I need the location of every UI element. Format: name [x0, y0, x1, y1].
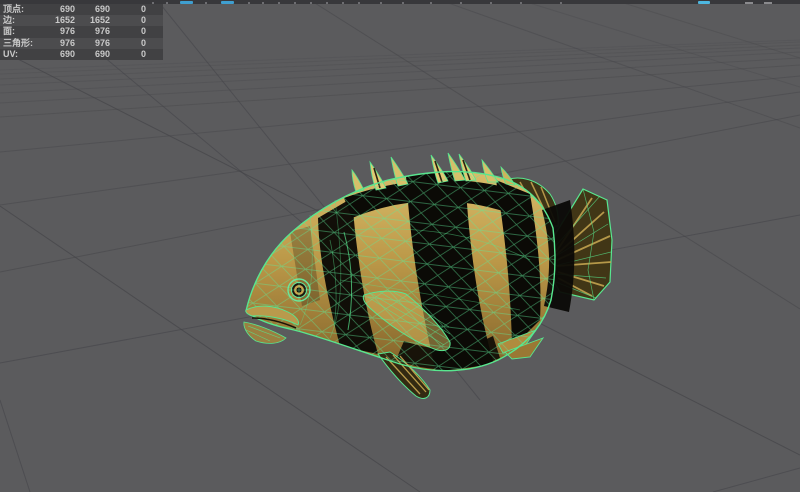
toolbar-icon-fragment[interactable] — [221, 1, 234, 4]
toolbar-tick — [310, 2, 312, 4]
3d-app-window: 顶点: 690 690 0 边: 1652 1652 0 面: 976 976 … — [0, 0, 800, 492]
stats-label: UV: — [3, 49, 18, 60]
toolbar-tick — [358, 2, 360, 4]
toolbar-tick — [294, 2, 296, 4]
stats-value: 976 — [79, 38, 110, 49]
mesh-stats-panel: 顶点: 690 690 0 边: 1652 1652 0 面: 976 976 … — [0, 4, 163, 60]
stats-value: 690 — [79, 49, 110, 60]
toolbar-tick — [430, 2, 432, 4]
toolbar-tick — [380, 2, 382, 4]
toolbar-tick — [460, 2, 462, 4]
toolbar-tick — [262, 2, 264, 4]
toolbar-tick — [560, 2, 562, 4]
toolbar-tick — [764, 2, 772, 4]
toolbar-tick — [326, 2, 328, 4]
stats-row-edges: 边: 1652 1652 0 — [0, 15, 163, 26]
toolbar-tick — [205, 2, 207, 4]
stats-label: 三角形: — [3, 38, 33, 49]
stats-row-faces: 面: 976 976 0 — [0, 26, 163, 37]
fish-eye — [288, 279, 310, 301]
toolbar-tick — [278, 2, 280, 4]
stats-value: 0 — [115, 15, 146, 26]
stats-value: 1652 — [33, 15, 75, 26]
toolbar-tick — [490, 2, 492, 4]
toolbar-icon-fragment[interactable] — [698, 1, 710, 4]
stats-value: 976 — [33, 26, 75, 37]
toolbar-tick — [745, 2, 753, 4]
stats-value: 690 — [79, 4, 110, 15]
toolbar-tick — [520, 2, 522, 4]
stats-row-triangles: 三角形: 976 976 0 — [0, 38, 163, 49]
stats-value: 976 — [79, 26, 110, 37]
stats-label: 顶点: — [3, 4, 24, 15]
stats-label: 面: — [3, 26, 15, 37]
toolbar-tick — [248, 2, 250, 4]
stats-value: 0 — [115, 4, 146, 15]
stats-value: 1652 — [79, 15, 110, 26]
stats-value: 0 — [115, 26, 146, 37]
toolbar-icon-fragment[interactable] — [180, 1, 193, 4]
stats-row-vertices: 顶点: 690 690 0 — [0, 4, 163, 15]
stats-row-uv: UV: 690 690 0 — [0, 49, 163, 60]
stats-label: 边: — [3, 15, 15, 26]
toolbar-tick — [166, 2, 168, 4]
toolbar-tick — [342, 2, 344, 4]
stats-value: 690 — [33, 4, 75, 15]
stats-value: 0 — [115, 38, 146, 49]
stats-value: 976 — [33, 38, 75, 49]
stats-value: 690 — [33, 49, 75, 60]
viewport-3d[interactable] — [0, 0, 800, 492]
stats-value: 0 — [115, 49, 146, 60]
toolbar-tick — [402, 2, 404, 4]
